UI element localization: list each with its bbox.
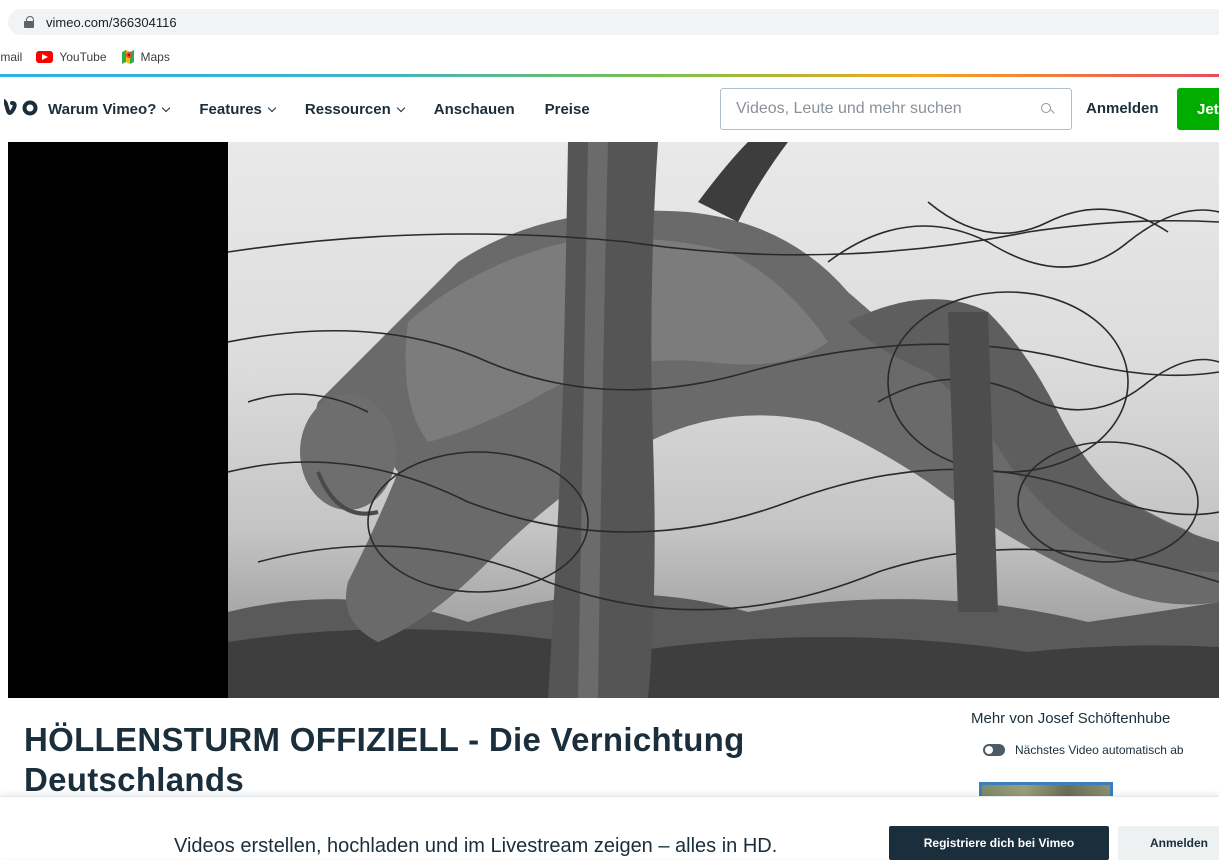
- nav-label: Features: [199, 101, 262, 118]
- browser-toolbar: vimeo.com/366304116: [0, 0, 1219, 40]
- bookmark-label: YouTube: [59, 50, 107, 64]
- search-input[interactable]: Videos, Leute und mehr suchen: [720, 88, 1072, 130]
- youtube-icon: [36, 51, 54, 63]
- nav-label: Ressourcen: [304, 101, 391, 118]
- bookmark-label: Gmail: [0, 50, 23, 64]
- chevron-down-icon: [396, 103, 406, 113]
- bookmarks-bar: Gmail YouTube Maps: [0, 44, 1219, 70]
- more-from-heading[interactable]: Mehr von Josef Schöftenhube: [971, 710, 1170, 727]
- autoplay-toggle[interactable]: Nächstes Video automatisch ab: [983, 743, 1184, 757]
- nav-ressourcen[interactable]: Ressourcen: [304, 101, 406, 118]
- bookmark-label: Maps: [140, 50, 170, 64]
- signup-banner: Videos erstellen, hochladen und im Lives…: [0, 796, 1219, 860]
- vimeo-logo-mark-icon: [0, 97, 38, 115]
- login-link[interactable]: Anmelden: [1086, 100, 1159, 117]
- video-title: HÖLLENSTURM OFFIZIELL - Die Vernichtung …: [24, 721, 745, 798]
- maps-icon: [121, 50, 134, 64]
- nav-features[interactable]: Features: [199, 101, 277, 118]
- register-button[interactable]: Registriere dich bei Vimeo: [889, 826, 1109, 860]
- video-still-image: [228, 142, 1219, 698]
- nav-warum-vimeo[interactable]: Warum Vimeo?: [48, 101, 171, 118]
- bookmark-maps[interactable]: Maps: [121, 50, 170, 64]
- nav-preise[interactable]: Preise: [545, 101, 590, 118]
- nav-label: Anschauen: [433, 101, 515, 118]
- chevron-down-icon: [267, 103, 277, 113]
- nav-label: Warum Vimeo?: [48, 101, 157, 118]
- bookmark-gmail[interactable]: Gmail: [0, 50, 22, 64]
- join-button[interactable]: Jet: [1177, 88, 1219, 130]
- video-player[interactable]: [8, 142, 1219, 698]
- nav-label: Preise: [544, 101, 590, 118]
- search-placeholder: Videos, Leute und mehr suchen: [736, 100, 962, 117]
- chevron-down-icon: [162, 103, 171, 113]
- lock-icon[interactable]: [24, 16, 34, 28]
- banner-login-button[interactable]: Anmelden: [1118, 826, 1219, 860]
- bookmark-youtube[interactable]: YouTube: [36, 50, 107, 64]
- address-bar[interactable]: vimeo.com/366304116: [8, 9, 1219, 35]
- video-frame: [228, 142, 1219, 698]
- banner-text: Videos erstellen, hochladen und im Lives…: [174, 835, 778, 857]
- vimeo-logo[interactable]: [0, 96, 48, 124]
- toggle-switch[interactable]: [983, 744, 1005, 756]
- site-header: Warum Vimeo? Features Ressourcen Anschau…: [0, 77, 1219, 142]
- search-icon[interactable]: [1041, 103, 1053, 115]
- nav-anschauen[interactable]: Anschauen: [434, 101, 515, 118]
- next-video-thumbnail[interactable]: [979, 782, 1113, 796]
- thumbnail-image: [982, 785, 1110, 796]
- autoplay-label: Nächstes Video automatisch ab: [1015, 743, 1184, 757]
- url-text[interactable]: vimeo.com/366304116: [46, 15, 177, 30]
